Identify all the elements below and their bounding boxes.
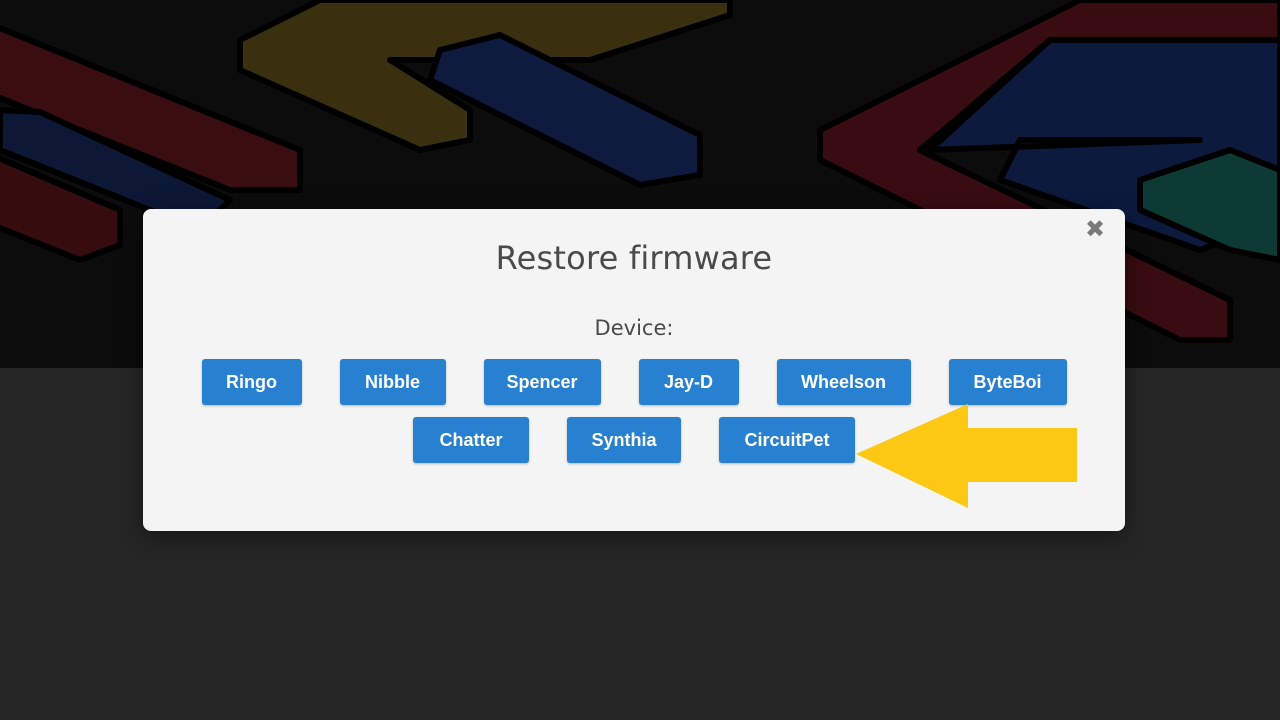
close-icon[interactable]: ✖ xyxy=(1083,217,1107,241)
device-button-nibble[interactable]: Nibble xyxy=(339,359,446,405)
device-button-spencer[interactable]: Spencer xyxy=(483,359,601,405)
device-button-wheelson[interactable]: Wheelson xyxy=(776,359,911,405)
arrow-left-icon xyxy=(856,404,1077,508)
device-button-ringo[interactable]: Ringo xyxy=(201,359,302,405)
dialog-title: Restore firmware xyxy=(495,239,773,277)
device-button-chatter[interactable]: Chatter xyxy=(413,417,529,463)
device-button-jay-d[interactable]: Jay-D xyxy=(638,359,739,405)
device-buttons-row-1: Ringo Nibble Spencer Jay-D Wheelson Byte… xyxy=(143,359,1125,405)
device-label: Device: xyxy=(594,316,674,340)
device-button-byteboi[interactable]: ByteBoi xyxy=(948,359,1067,405)
device-button-circuitpet[interactable]: CircuitPet xyxy=(719,417,855,463)
device-button-synthia[interactable]: Synthia xyxy=(567,417,681,463)
